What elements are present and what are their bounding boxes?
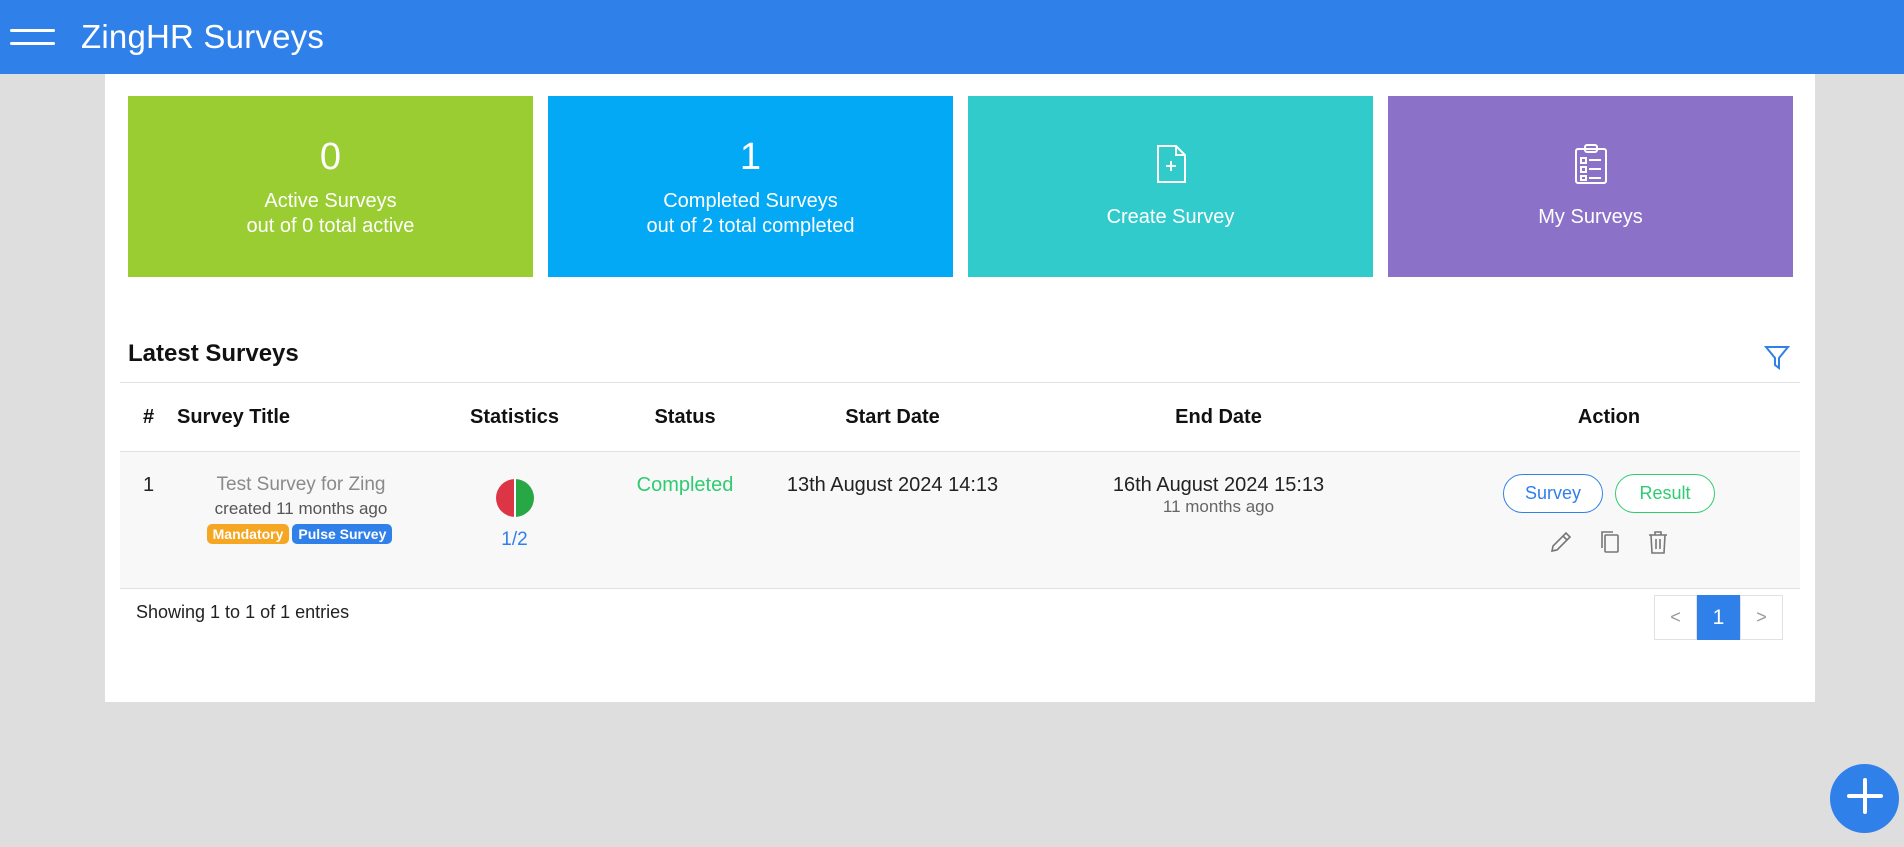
col-action: Action — [1418, 382, 1800, 452]
completed-sub: out of 2 total completed — [646, 214, 855, 237]
stats-fraction[interactable]: 1/2 — [425, 529, 604, 551]
row-index: 1 — [120, 451, 177, 589]
end-date: 16th August 2024 15:13 — [1112, 474, 1325, 496]
pie-chart-icon — [495, 479, 534, 517]
file-plus-icon — [1155, 144, 1187, 189]
app-title: ZingHR Surveys — [81, 18, 325, 55]
my-surveys-label: My Surveys — [1538, 205, 1643, 228]
active-surveys-tile: 0 Active Surveys out of 0 total active — [128, 96, 533, 277]
page-1-button[interactable]: 1 — [1697, 595, 1740, 640]
prev-page-button[interactable]: < — [1654, 595, 1697, 640]
active-sub: out of 0 total active — [246, 214, 415, 237]
table-row: 1 Test Survey for Zing created 11 months… — [120, 451, 1800, 589]
next-page-button[interactable]: > — [1740, 595, 1783, 640]
col-status[interactable]: Status — [604, 382, 766, 452]
completed-label: Completed Surveys — [663, 189, 838, 212]
plus-icon — [1845, 776, 1885, 821]
add-fab-button[interactable] — [1830, 764, 1899, 833]
mandatory-badge: Mandatory — [206, 524, 290, 544]
main-panel: 0 Active Surveys out of 0 total active 1… — [105, 74, 1815, 702]
row-action-cell: Survey Result — [1418, 451, 1800, 589]
active-label: Active Surveys — [264, 189, 397, 212]
col-index: # — [120, 382, 177, 452]
end-date-ago: 11 months ago — [1162, 497, 1275, 516]
active-count: 0 — [319, 135, 342, 178]
row-action-icons — [1418, 529, 1800, 561]
top-bar: ZingHR Surveys — [0, 0, 1904, 74]
filter-icon[interactable] — [1763, 344, 1791, 375]
start-date: 13th August 2024 14:13 — [786, 474, 999, 496]
col-start-date[interactable]: Start Date — [766, 382, 1019, 452]
completed-surveys-tile: 1 Completed Surveys out of 2 total compl… — [548, 96, 953, 277]
edit-pencil-icon[interactable] — [1548, 529, 1574, 561]
col-end-date[interactable]: End Date — [1019, 382, 1418, 452]
clipboard-list-icon — [1574, 143, 1608, 189]
survey-button[interactable]: Survey — [1503, 474, 1603, 513]
row-start-date: 13th August 2024 14:13 — [766, 451, 1019, 589]
pulse-survey-badge: Pulse Survey — [292, 524, 393, 544]
result-button[interactable]: Result — [1615, 474, 1715, 513]
status-badge: Completed — [636, 474, 734, 496]
my-surveys-tile[interactable]: My Surveys — [1388, 96, 1793, 277]
surveys-table: # Survey Title Statistics Status Start D… — [120, 382, 1800, 589]
col-title[interactable]: Survey Title — [177, 382, 425, 452]
row-statistics-cell: 1/2 — [425, 451, 604, 589]
latest-surveys-heading: Latest Surveys — [128, 340, 299, 367]
pagination: < 1 > — [1654, 595, 1783, 640]
created-ago: created 11 months ago — [214, 499, 388, 518]
trash-icon[interactable] — [1646, 529, 1670, 561]
col-statistics[interactable]: Statistics — [425, 382, 604, 452]
hamburger-menu-icon[interactable] — [10, 22, 58, 52]
completed-count: 1 — [739, 135, 762, 178]
row-title-cell: Test Survey for Zing created 11 months a… — [177, 451, 425, 589]
survey-title-link[interactable]: Test Survey for Zing — [177, 474, 425, 496]
entries-info: Showing 1 to 1 of 1 entries — [136, 602, 350, 622]
row-end-date: 16th August 2024 15:13 11 months ago — [1019, 451, 1418, 589]
summary-tiles: 0 Active Surveys out of 0 total active 1… — [128, 96, 1793, 277]
create-survey-label: Create Survey — [1106, 205, 1235, 228]
row-status-cell: Completed — [604, 451, 766, 589]
create-survey-tile[interactable]: Create Survey — [968, 96, 1373, 277]
copy-icon[interactable] — [1598, 529, 1622, 561]
table-header: # Survey Title Statistics Status Start D… — [120, 382, 1800, 452]
